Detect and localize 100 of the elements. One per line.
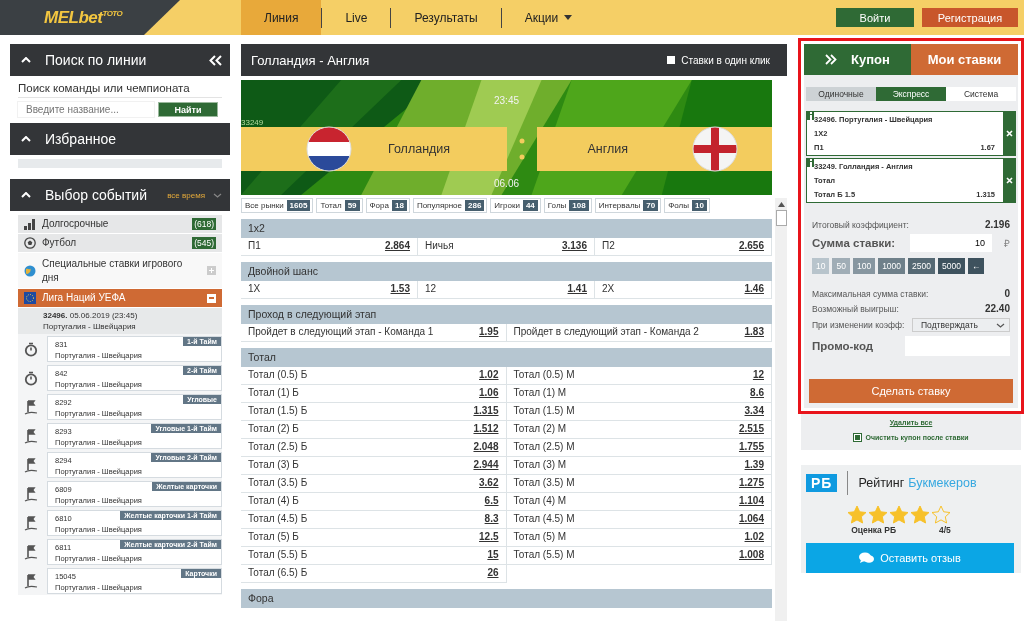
bet-type-tab[interactable]: Одиночные [806, 87, 876, 101]
odds-cell[interactable]: Тотал (0.5) М 12 [506, 367, 772, 385]
odds-cell[interactable]: Тотал (4.5) М 1.064 [506, 511, 772, 529]
market-tab[interactable]: Все рынки 1605 [241, 198, 314, 213]
match-date: 06.06 [494, 178, 519, 189]
event-category[interactable]: Лига Наций УЕФА [18, 289, 222, 308]
market-tab[interactable]: Игроки 44 [490, 198, 541, 213]
match-header[interactable]: 32496. 05.06.2019 (23:45) Португалия - Швейцария [18, 308, 222, 334]
nav-tab[interactable]: Live [322, 0, 391, 35]
section-header[interactable]: Двойной шанс [241, 262, 772, 281]
coupon-tab[interactable]: Купон [804, 44, 911, 75]
period-filter[interactable]: все время [167, 190, 205, 200]
odds-cell[interactable]: Тотал (2.5) М 1.755 [506, 439, 772, 457]
odds-cell[interactable]: Тотал (6.5) Б 26 [241, 565, 507, 583]
double-chevron-icon[interactable] [209, 54, 222, 66]
odds-cell[interactable]: Тотал (1.5) М 3.34 [506, 403, 772, 421]
backspace-button[interactable]: ← [967, 258, 985, 274]
match-title: Голландия - Англия [251, 52, 370, 68]
odds-cell[interactable]: Тотал (3.5) М 1.275 [506, 475, 772, 493]
odds-cell[interactable]: Тотал (0.5) Б 1.02 [241, 367, 507, 385]
odds-cell[interactable]: Тотал (2) Б 1.512 [241, 421, 507, 439]
match-time: 23:45 [494, 95, 519, 106]
odds-cell[interactable]: Тотал (2.5) Б 2.048 [241, 439, 507, 457]
scrollbar[interactable] [775, 198, 787, 621]
odds-cell[interactable]: П1 2.864 [241, 238, 418, 256]
expand-icon[interactable] [207, 293, 216, 303]
section-header[interactable]: 1x2 [241, 219, 772, 238]
remove-button[interactable] [1003, 112, 1015, 155]
search-field[interactable]: Введите название... [18, 102, 154, 117]
scroll-up-icon[interactable] [777, 202, 785, 207]
flag-icon [24, 515, 38, 531]
market-tab[interactable]: Интервалы 70 [594, 198, 662, 213]
remove-button[interactable] [1003, 159, 1015, 202]
odds-cell[interactable]: Тотал (3.5) Б 3.62 [241, 475, 507, 493]
coupon-tab[interactable]: Мои ставки [911, 44, 1018, 75]
amount-button[interactable]: 5000 [937, 258, 965, 274]
possible-win-label: Возможный выигрыш: [812, 303, 899, 314]
rating-score: 4/5 [939, 525, 951, 535]
odds-cell[interactable]: Тотал (3) Б 2.944 [241, 457, 507, 475]
odds-cell[interactable]: Тотал (4.5) Б 8.3 [241, 511, 507, 529]
team-name: Англия [587, 142, 628, 156]
bet-type-tab[interactable]: Система [946, 87, 1016, 101]
odds-cell[interactable]: 12 1.41 [418, 281, 595, 299]
stake-field[interactable]: 10 [910, 234, 992, 252]
event-category[interactable]: Специальные ставки игрового дня [18, 253, 222, 289]
odds-cell[interactable]: 2X 1.46 [595, 281, 772, 299]
colon-icon [519, 138, 525, 160]
market-tab[interactable]: Фора 18 [365, 198, 410, 213]
logo[interactable]: MELbet$^{TOTO}$ [44, 7, 123, 28]
odds-cell[interactable]: Ничья 3.136 [418, 238, 595, 256]
panel-header[interactable]: Поиск по линии [10, 44, 230, 76]
odds-change-select[interactable]: Подтверждать [912, 318, 1010, 332]
odds-cell[interactable]: Тотал (1.5) Б 1.315 [241, 403, 507, 421]
panel-header[interactable]: Выбор событий все время [10, 179, 230, 211]
amount-button[interactable]: 2500 [908, 258, 935, 274]
category-label: Лига Наций УЕФА [42, 291, 127, 305]
odds-cell[interactable]: Тотал (5) Б 12.5 [241, 529, 507, 547]
market-tab[interactable]: Популярное 286 [412, 198, 488, 213]
login-button[interactable]: Войти [836, 8, 914, 27]
flag-icon [24, 399, 38, 415]
star-icon [910, 505, 930, 524]
odds-cell[interactable]: Пройдет в следующий этап - Команда 2 1.83 [506, 324, 772, 342]
possible-win-value: 22.40 [984, 303, 1010, 314]
market-tab[interactable]: Голы 108 [543, 198, 592, 213]
bet-type-tab[interactable]: Экспресс [876, 87, 946, 101]
stopwatch-icon [24, 370, 38, 386]
register-button[interactable]: Регистрация [922, 8, 1018, 27]
odds-cell[interactable]: Тотал (3) М 1.39 [506, 457, 772, 475]
section-header[interactable]: Фора [241, 589, 772, 608]
odds-cell[interactable]: П2 2.656 [595, 238, 772, 256]
market-tab[interactable]: Фолы 10 [664, 198, 710, 213]
odds-cell[interactable]: Пройдет в следующий этап - Команда 1 1.95 [241, 324, 507, 342]
odds-change-label: При изменении коэфф: [812, 320, 905, 330]
odds-cell[interactable]: Тотал (4) М 1.104 [506, 493, 772, 511]
market-tab[interactable]: Тотал 59 [316, 198, 363, 213]
one-click-checkbox[interactable]: Ставки в один клик [667, 54, 770, 66]
odds-cell[interactable]: Тотал (4) Б 6.5 [241, 493, 507, 511]
rating-label: Оценка РБ [851, 525, 896, 535]
event-category[interactable]: Футбол (545) [18, 234, 222, 253]
panel-header[interactable]: Избранное [10, 123, 230, 155]
info-icon[interactable] [807, 112, 814, 120]
event-category[interactable]: Долгосрочные (618) [18, 215, 222, 234]
odds-cell[interactable]: Тотал (5) М 1.02 [506, 529, 772, 547]
nav-tab[interactable]: Результаты [391, 0, 501, 35]
place-bet-button[interactable]: Сделать ставку [809, 379, 1013, 403]
amount-button[interactable]: 1000 [878, 258, 906, 274]
section-header[interactable]: Тотал [241, 348, 772, 367]
odds-cell[interactable]: Тотал (1) М 8.6 [506, 385, 772, 403]
scroll-thumb[interactable] [775, 210, 787, 226]
info-icon[interactable] [807, 159, 814, 167]
odds-cell[interactable]: Тотал (5.5) Б 15 [241, 547, 507, 565]
odds-cell[interactable]: Тотал (1) Б 1.06 [241, 385, 507, 403]
find-button[interactable]: Найти [158, 102, 218, 117]
odds-cell[interactable]: Тотал (2) М 2.515 [506, 421, 772, 439]
section-header[interactable]: Проход в следующий этап [241, 305, 772, 324]
odds-cell[interactable]: 1X 1.53 [241, 281, 418, 299]
nav-tab[interactable]: Акции [501, 0, 596, 35]
soccer-ball-icon [24, 237, 36, 249]
nav-tab[interactable]: Линия [241, 0, 322, 35]
odds-cell[interactable]: Тотал (5.5) М 1.008 [506, 547, 772, 565]
